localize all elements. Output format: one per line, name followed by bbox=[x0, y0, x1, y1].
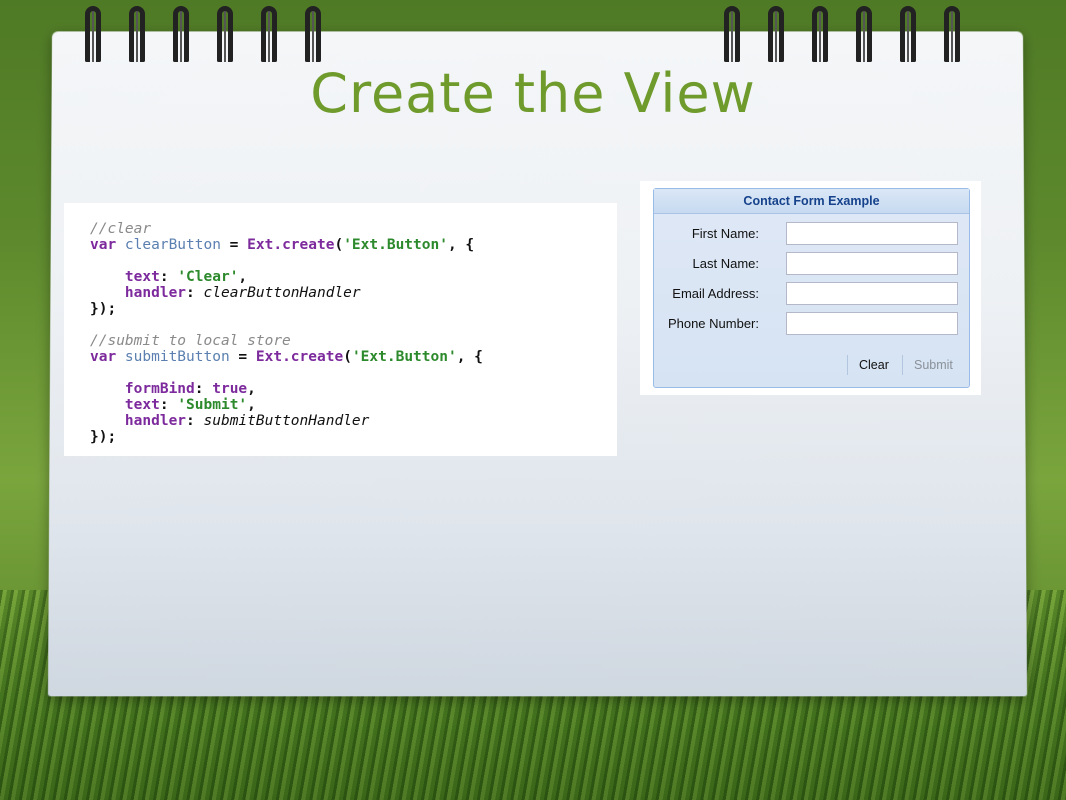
last-name-label: Last Name: bbox=[692, 256, 759, 271]
code-token: : bbox=[159, 269, 178, 285]
code-line: //submit to local store bbox=[90, 333, 617, 349]
binder-ring-icon bbox=[85, 6, 101, 62]
code-token: formBind bbox=[90, 381, 195, 397]
code-line: //clear bbox=[90, 221, 617, 237]
code-line: handler: clearButtonHandler bbox=[90, 285, 617, 301]
binder-rings-right bbox=[724, 0, 988, 70]
code-token: true bbox=[212, 381, 248, 397]
code-token: Ext.create bbox=[247, 237, 335, 253]
code-line: handler: submitButtonHandler bbox=[90, 413, 617, 429]
binder-ring-icon bbox=[900, 6, 916, 62]
code-token: clearButton bbox=[124, 237, 221, 253]
phone-number-label: Phone Number: bbox=[667, 316, 759, 331]
form-row-phone: Phone Number: bbox=[654, 312, 969, 336]
code-token: , { bbox=[456, 349, 483, 365]
form-row-email: Email Address: bbox=[654, 282, 969, 306]
code-token: text bbox=[90, 269, 160, 285]
code-token: 'Submit' bbox=[177, 397, 248, 413]
first-name-label: First Name: bbox=[691, 226, 759, 241]
form-button-bar: Clear Submit bbox=[654, 355, 969, 375]
last-name-field[interactable] bbox=[786, 252, 958, 275]
contact-form-panel: Contact Form Example First Name: Last Na… bbox=[653, 188, 970, 388]
code-line: text: 'Clear', bbox=[90, 269, 617, 285]
phone-number-field[interactable] bbox=[786, 312, 958, 335]
code-line: var clearButton = Ext.create('Ext.Button… bbox=[90, 237, 617, 253]
binder-ring-icon bbox=[812, 6, 828, 62]
code-token: //clear bbox=[90, 221, 152, 237]
binder-ring-icon bbox=[305, 6, 321, 62]
code-token: : bbox=[186, 285, 204, 301]
slide-title: Create the View bbox=[310, 62, 756, 125]
code-token: //submit to local store bbox=[90, 333, 291, 349]
code-token: var bbox=[90, 349, 125, 365]
binder-rings-left bbox=[85, 0, 349, 70]
code-token: : bbox=[194, 381, 213, 397]
form-screenshot: Contact Form Example First Name: Last Na… bbox=[640, 181, 981, 395]
email-address-label: Email Address: bbox=[672, 286, 759, 301]
form-row-last-name: Last Name: bbox=[654, 252, 969, 276]
code-line: }); bbox=[90, 429, 617, 445]
code-token: ( bbox=[334, 237, 344, 253]
code-token: = bbox=[229, 349, 256, 365]
binder-ring-icon bbox=[129, 6, 145, 62]
first-name-field[interactable] bbox=[786, 222, 958, 245]
code-token: , bbox=[238, 269, 248, 285]
code-token: handler bbox=[90, 413, 187, 429]
code-token: submitButton bbox=[124, 349, 230, 365]
binder-ring-icon bbox=[173, 6, 189, 62]
code-token: handler bbox=[90, 285, 187, 301]
code-token: var bbox=[90, 237, 125, 253]
code-token: text bbox=[90, 397, 160, 413]
form-panel-title: Contact Form Example bbox=[654, 189, 969, 214]
code-token: }); bbox=[90, 301, 117, 317]
binder-ring-icon bbox=[217, 6, 233, 62]
code-token: , bbox=[247, 397, 256, 413]
clear-button[interactable]: Clear bbox=[847, 355, 889, 375]
code-token: submitButtonHandler bbox=[203, 413, 370, 429]
code-snippet: //clear var clearButton = Ext.create('Ext… bbox=[64, 203, 617, 456]
code-token: : bbox=[186, 413, 204, 429]
code-token: : bbox=[159, 397, 178, 413]
code-token: clearButtonHandler bbox=[203, 285, 361, 301]
code-line: text: 'Submit', bbox=[90, 397, 617, 413]
binder-ring-icon bbox=[768, 6, 784, 62]
code-token: , { bbox=[447, 237, 475, 253]
code-token: 'Ext.Button' bbox=[343, 237, 448, 253]
code-token: }); bbox=[90, 429, 117, 445]
code-token: 'Ext.Button' bbox=[351, 349, 457, 365]
submit-button[interactable]: Submit bbox=[902, 355, 953, 375]
binder-ring-icon bbox=[856, 6, 872, 62]
code-line: }); bbox=[90, 301, 617, 317]
binder-ring-icon bbox=[944, 6, 960, 62]
binder-ring-icon bbox=[724, 6, 740, 62]
code-line: formBind: true, bbox=[90, 381, 617, 397]
code-token: 'Clear' bbox=[177, 269, 239, 285]
code-token: Ext.create bbox=[255, 349, 344, 365]
code-token: ( bbox=[343, 349, 352, 365]
code-line: var submitButton = Ext.create('Ext.Butto… bbox=[90, 349, 617, 365]
code-token: = bbox=[220, 237, 248, 253]
email-address-field[interactable] bbox=[786, 282, 958, 305]
form-row-first-name: First Name: bbox=[654, 222, 969, 246]
code-token: , bbox=[247, 381, 256, 397]
binder-ring-icon bbox=[261, 6, 277, 62]
